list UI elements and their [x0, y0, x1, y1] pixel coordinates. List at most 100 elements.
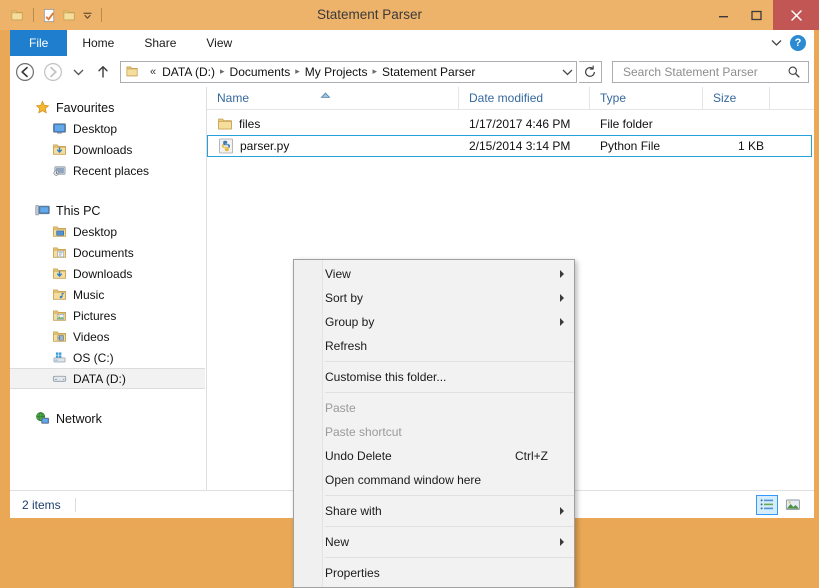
tab-share[interactable]: Share	[129, 30, 191, 56]
menu-item-new[interactable]: New	[294, 530, 574, 554]
menu-item-share-with[interactable]: Share with	[294, 499, 574, 523]
breadcrumb-item-documents[interactable]: Documents	[227, 65, 294, 79]
videos-folder-icon	[51, 329, 67, 345]
search-box[interactable]	[612, 60, 809, 83]
sidebar-item-label: Videos	[73, 329, 110, 344]
properties-icon[interactable]	[41, 7, 58, 24]
search-icon[interactable]	[787, 65, 804, 79]
column-header-filler	[770, 87, 814, 109]
breadcrumb-overflow[interactable]: «	[147, 66, 159, 78]
menu-item-sort-by[interactable]: Sort by	[294, 286, 574, 310]
table-row[interactable]: files 1/17/2017 4:46 PM File folder	[207, 113, 814, 135]
help-icon[interactable]: ?	[790, 35, 806, 51]
submenu-arrow-icon	[560, 294, 564, 302]
column-header-date-modified[interactable]: Date modified	[459, 87, 590, 109]
file-name-cell: parser.py	[208, 138, 459, 154]
quick-access-toolbar	[0, 0, 106, 30]
refresh-button[interactable]	[579, 60, 602, 83]
file-date-cell: 1/17/2017 4:46 PM	[469, 117, 571, 131]
column-header-size[interactable]: Size	[703, 87, 770, 109]
column-header-name[interactable]: Name	[207, 87, 459, 109]
system-drive-icon	[51, 350, 67, 366]
sidebar-item-label: Music	[73, 287, 105, 302]
computer-icon	[34, 203, 50, 219]
maximize-button[interactable]	[740, 0, 773, 30]
menu-item-properties[interactable]: Properties	[294, 561, 574, 585]
file-size-cell: 1 KB	[737, 139, 764, 153]
search-input[interactable]	[621, 63, 787, 80]
file-name-cell: files	[207, 116, 459, 132]
breadcrumb: « DATA (D:) ▸ Documents ▸ My Projects ▸ …	[144, 65, 558, 79]
item-count-label: 2 items	[22, 497, 61, 512]
python-file-icon	[218, 138, 234, 154]
submenu-arrow-icon	[560, 538, 564, 546]
menu-item-refresh[interactable]: Refresh	[294, 334, 574, 358]
recent-locations-button[interactable]	[68, 59, 88, 85]
sidebar-item-downloads[interactable]: Downloads	[10, 139, 206, 160]
chevron-down-icon[interactable]	[771, 36, 782, 50]
qat-separator-2	[101, 8, 102, 22]
breadcrumb-separator-icon[interactable]: ▸	[218, 66, 227, 77]
view-mode-buttons	[756, 494, 810, 515]
submenu-arrow-icon	[560, 270, 564, 278]
close-button[interactable]	[773, 0, 819, 30]
tab-file[interactable]: File	[10, 30, 68, 56]
breadcrumb-separator-icon[interactable]: ▸	[370, 66, 379, 77]
window-title: Statement Parser	[316, 7, 423, 22]
tab-home[interactable]: Home	[67, 30, 129, 56]
up-button[interactable]	[90, 59, 116, 85]
sidebar-item-label: Favourites	[56, 100, 115, 115]
sidebar-item-videos[interactable]: Videos	[10, 326, 206, 347]
sidebar-item-label: DATA (D:)	[73, 371, 126, 386]
sidebar-item-pc-desktop[interactable]: Desktop	[10, 221, 206, 242]
chevron-down-icon[interactable]	[81, 7, 94, 24]
column-header-type[interactable]: Type	[590, 87, 703, 109]
forward-button[interactable]	[40, 59, 66, 85]
menu-item-undo-delete[interactable]: Undo Delete Ctrl+Z	[294, 444, 574, 468]
menu-item-paste-shortcut: Paste shortcut	[325, 425, 402, 439]
sidebar-item-label: Desktop	[73, 121, 118, 136]
menu-item-customise-this-folder[interactable]: Customise this folder...	[294, 365, 574, 389]
minimize-button[interactable]	[707, 0, 740, 30]
column-header-label: Date modified	[469, 91, 544, 105]
sidebar-item-favourites[interactable]: Favourites	[10, 97, 206, 118]
context-menu[interactable]: View Sort by Group by Refresh Customise …	[293, 259, 575, 588]
sidebar-item-documents[interactable]: Documents	[10, 242, 206, 263]
breadcrumb-separator-icon[interactable]: ▸	[293, 66, 302, 77]
sidebar-item-os-c[interactable]: OS (C:)	[10, 347, 206, 368]
sidebar-item-data-d[interactable]: DATA (D:)	[10, 368, 205, 389]
documents-folder-icon	[51, 245, 67, 261]
breadcrumb-item-data-d[interactable]: DATA (D:)	[159, 65, 218, 79]
breadcrumb-item-statement-parser[interactable]: Statement Parser	[379, 65, 478, 79]
back-button[interactable]	[12, 59, 38, 85]
sidebar-item-music[interactable]: Music	[10, 284, 206, 305]
menu-item-group-by[interactable]: Group by	[294, 310, 574, 334]
sidebar-item-pictures[interactable]: Pictures	[10, 305, 206, 326]
breadcrumb-dropdown-icon[interactable]	[558, 62, 576, 82]
details-view-button[interactable]	[756, 494, 778, 515]
drive-icon	[51, 371, 67, 387]
explorer-body: Favourites Desktop Downloads Recent plac…	[10, 87, 814, 588]
sidebar-item-network[interactable]: Network	[10, 408, 206, 429]
sidebar-item-desktop[interactable]: Desktop	[10, 118, 206, 139]
menu-item-view[interactable]: View	[294, 262, 574, 286]
folder-icon[interactable]	[9, 7, 26, 24]
large-icons-view-button[interactable]	[782, 495, 804, 515]
sidebar-item-this-pc[interactable]: This PC	[10, 200, 206, 221]
file-type-cell: File folder	[600, 117, 653, 131]
nav-group-network: Network	[10, 408, 206, 429]
sidebar-item-recent-places[interactable]: Recent places	[10, 160, 206, 181]
breadcrumb-bar[interactable]: « DATA (D:) ▸ Documents ▸ My Projects ▸ …	[120, 60, 577, 83]
navigation-pane: Favourites Desktop Downloads Recent plac…	[10, 87, 207, 490]
sidebar-item-label: Downloads	[73, 142, 133, 157]
column-header-label: Type	[600, 91, 627, 105]
address-folder-icon	[121, 64, 144, 79]
menu-item-open-command-window-here[interactable]: Open command window here	[294, 468, 574, 492]
column-header-label: Size	[713, 91, 737, 105]
new-folder-icon[interactable]	[61, 7, 78, 24]
table-row[interactable]: parser.py 2/15/2014 3:14 PM Python File …	[207, 135, 812, 157]
sidebar-item-pc-downloads[interactable]: Downloads	[10, 263, 206, 284]
tab-view[interactable]: View	[191, 30, 247, 56]
breadcrumb-item-my-projects[interactable]: My Projects	[302, 65, 371, 79]
sidebar-item-label: OS (C:)	[73, 350, 114, 365]
